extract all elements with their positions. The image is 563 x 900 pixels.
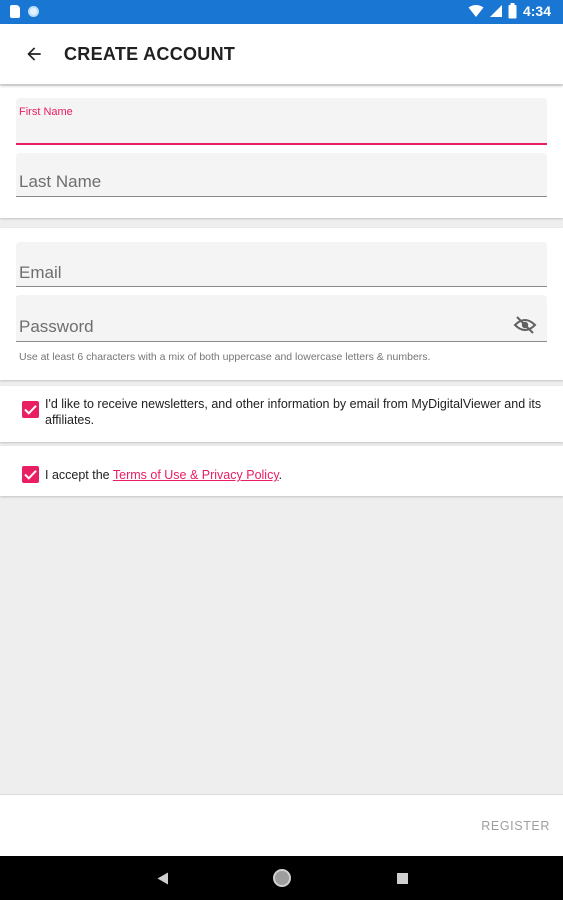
nav-home-icon[interactable]	[273, 869, 291, 887]
terms-checkbox[interactable]	[22, 466, 39, 483]
password-visibility-toggle[interactable]	[513, 316, 537, 334]
checkmark-icon	[24, 470, 37, 480]
nav-recent-icon[interactable]	[397, 873, 408, 884]
terms-link[interactable]: Terms of Use & Privacy Policy	[113, 468, 279, 482]
arrow-left-icon	[27, 47, 41, 61]
email-field[interactable]: Email	[16, 242, 547, 287]
app-bar: CREATE ACCOUNT	[0, 24, 563, 84]
last-name-field[interactable]: Last Name	[16, 153, 547, 197]
password-placeholder: Password	[19, 317, 94, 336]
newsletter-card: I'd like to receive newsletters, and oth…	[0, 386, 563, 442]
status-bar: 4:34	[0, 0, 563, 24]
status-time: 4:34	[522, 3, 551, 19]
password-helper-text: Use at least 6 characters with a mix of …	[19, 351, 431, 363]
eye-off-icon	[513, 316, 537, 334]
terms-suffix: .	[278, 468, 283, 482]
signal-icon	[489, 5, 502, 17]
terms-card: I accept the Terms of Use & Privacy Poli…	[0, 446, 563, 496]
terms-prefix: I accept the	[45, 468, 113, 482]
sync-icon	[28, 6, 39, 17]
system-nav-bar	[0, 856, 563, 900]
back-button[interactable]	[18, 38, 50, 70]
terms-text: I accept the Terms of Use & Privacy Poli…	[45, 467, 282, 483]
newsletter-text: I'd like to receive newsletters, and oth…	[45, 397, 542, 427]
password-field[interactable]: Password	[16, 295, 547, 342]
page-title: CREATE ACCOUNT	[64, 44, 236, 64]
first-name-label: First Name	[19, 106, 73, 118]
credentials-card: Email Password Use at least 6 characters…	[0, 228, 563, 380]
nav-back-icon[interactable]	[157, 872, 169, 885]
name-card: First Name Last Name	[0, 86, 563, 218]
last-name-placeholder: Last Name	[19, 172, 102, 191]
checkmark-icon	[24, 405, 37, 415]
register-button[interactable]: REGISTER	[481, 819, 550, 833]
newsletter-checkbox[interactable]	[22, 401, 39, 418]
first-name-field[interactable]: First Name	[16, 98, 547, 145]
wifi-icon	[468, 5, 484, 17]
bottom-action-bar: REGISTER	[0, 794, 563, 856]
battery-icon	[508, 3, 517, 19]
email-placeholder: Email	[19, 263, 62, 282]
sd-card-icon	[10, 5, 20, 18]
